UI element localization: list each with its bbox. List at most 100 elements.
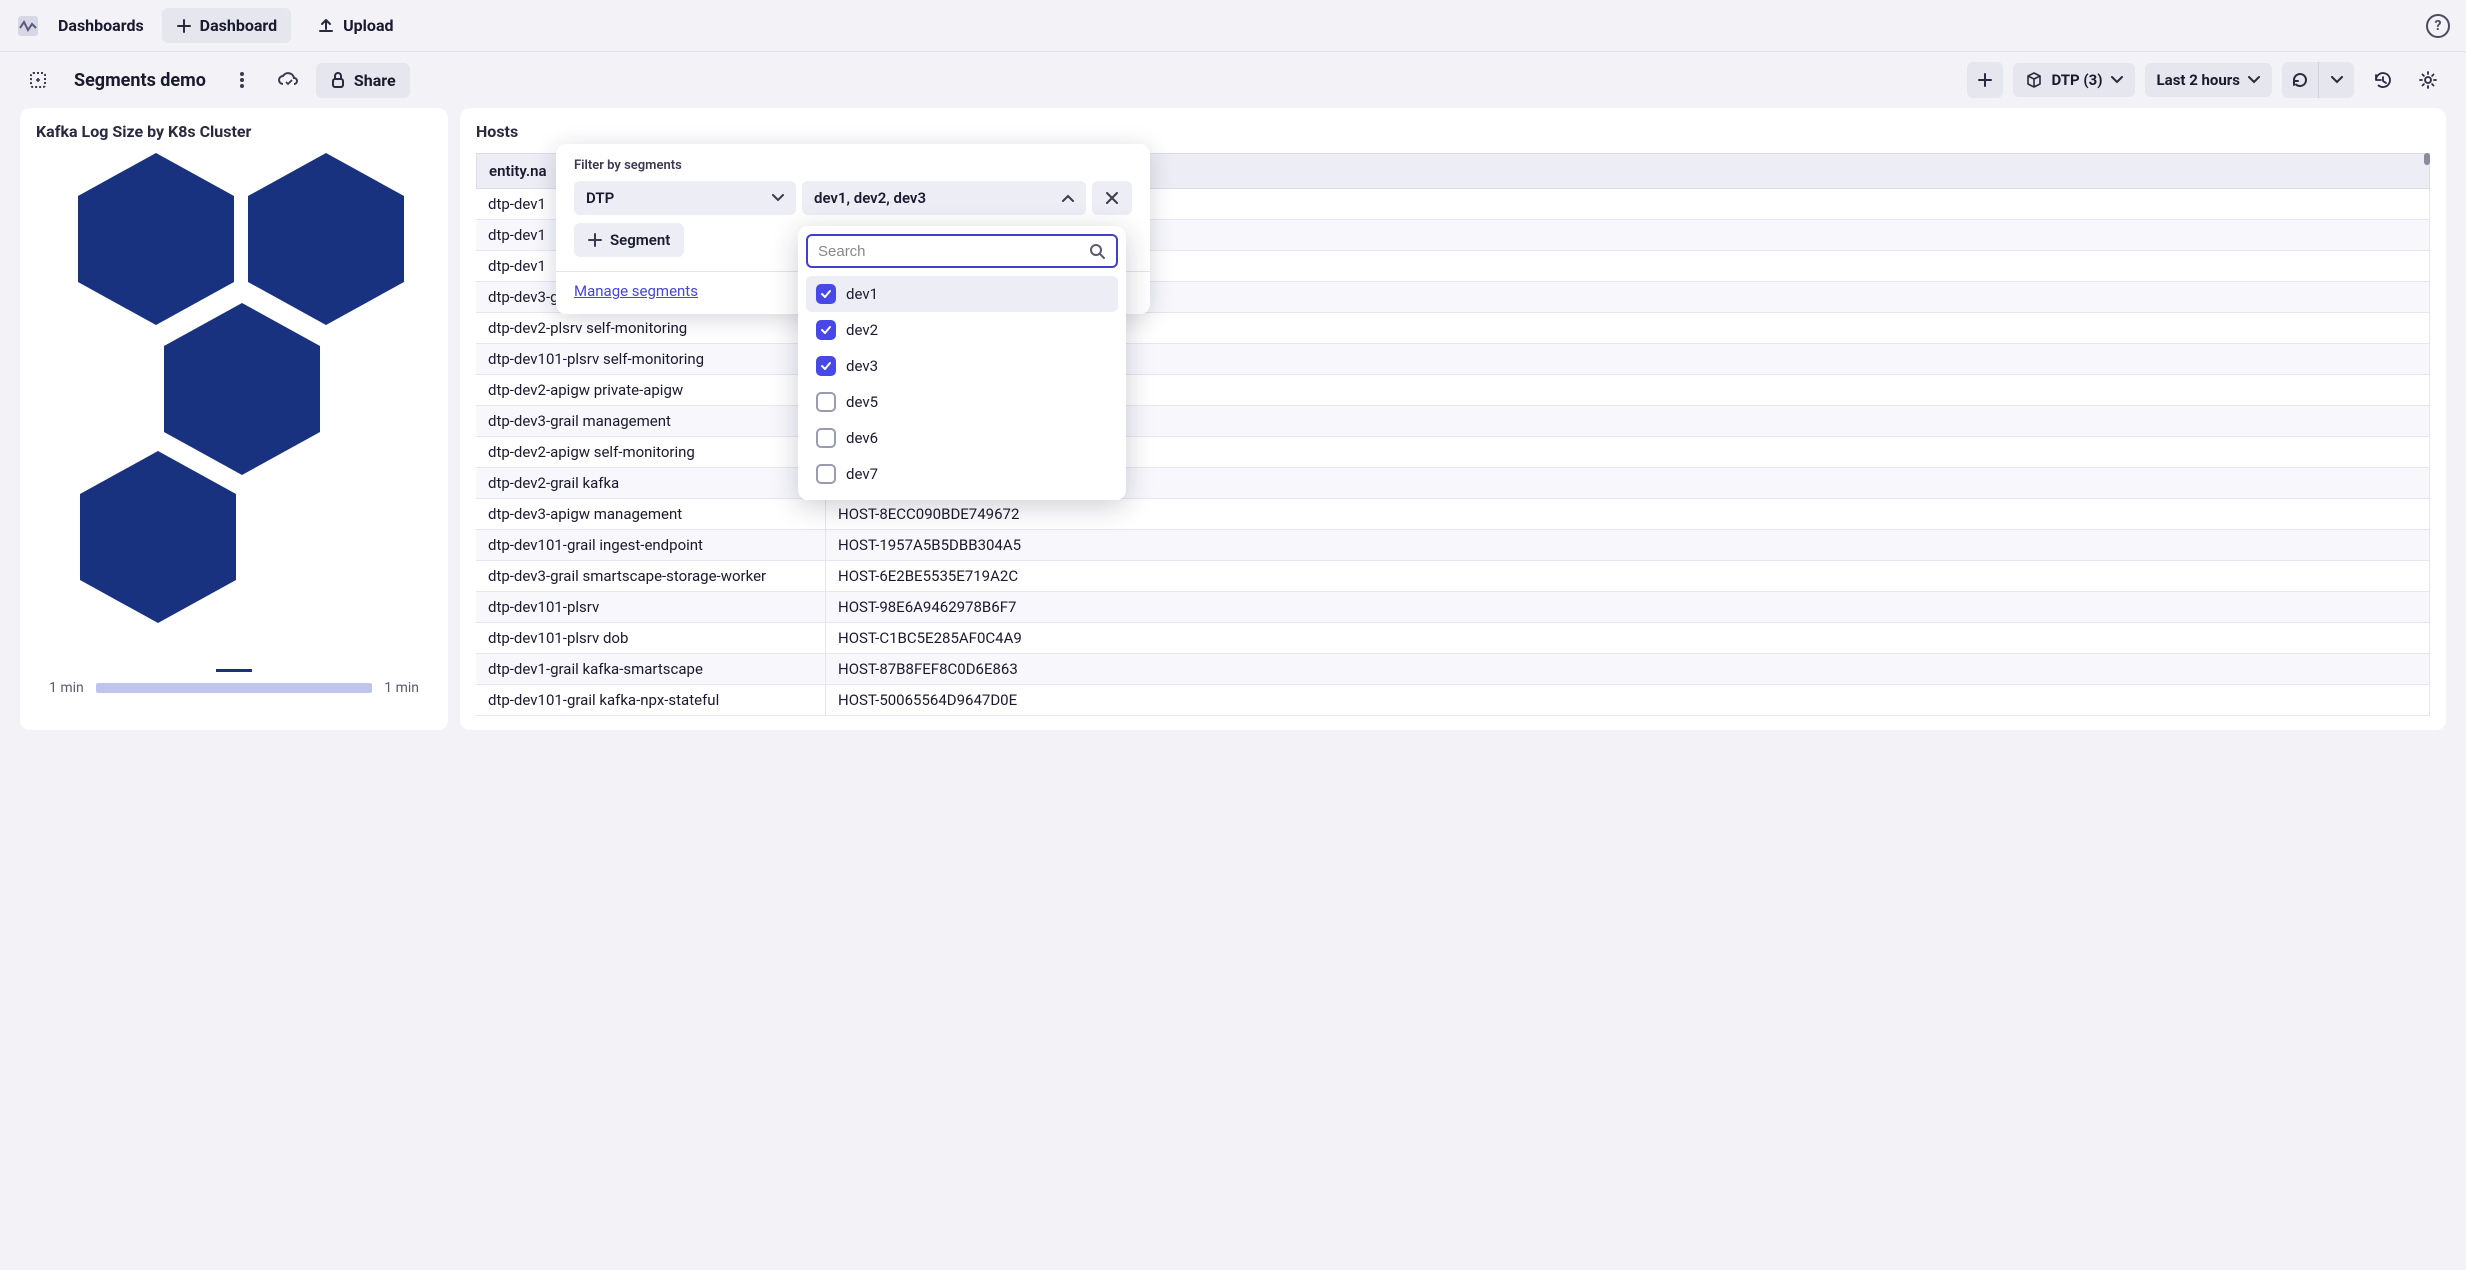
gear-icon [2418,70,2438,90]
cell-host-id: HOST-98E6A9462978B6F7 [826,592,2430,622]
cell-entity-name: dtp-dev2-grail kafka [476,468,826,498]
close-icon [1105,191,1119,205]
segment-search-field[interactable] [806,234,1118,268]
segment-option[interactable]: dev3 [806,348,1118,384]
cell-entity-name: dtp-dev101-plsrv dob [476,623,826,653]
segment-filter-label: DTP (3) [2051,71,2102,89]
table-row[interactable]: dtp-dev101-plsrv dobHOST-C1BC5E285AF0C4A… [476,623,2430,654]
cell-entity-name: dtp-dev101-grail ingest-endpoint [476,530,826,560]
lock-icon [330,71,346,89]
segment-options-dropdown: dev1 dev2 dev3 dev5dev6 dev7 [798,226,1126,500]
table-row[interactable]: dtp-dev3-grail management [476,406,2430,437]
cell-entity-name: dtp-dev101-plsrv [476,592,826,622]
checkbox[interactable] [816,356,836,376]
kafka-log-panel: Kafka Log Size by K8s Cluster 1 min 1 mi… [20,108,448,730]
checkbox[interactable] [816,428,836,448]
upload-button[interactable]: Upload [303,8,407,43]
axis-max-label: 1 min [384,680,419,696]
more-menu-button[interactable] [224,62,260,98]
option-label: dev2 [846,321,878,339]
upload-button-label: Upload [343,16,393,35]
checkbox[interactable] [816,284,836,304]
hex-cell[interactable] [78,153,234,325]
panel-toggle-icon[interactable] [20,62,56,98]
refresh-interval-button[interactable] [2318,62,2354,98]
table-row[interactable]: dtp-dev101-plsrvHOST-98E6A9462978B6F7 [476,592,2430,623]
plus-icon [176,18,192,34]
history-button[interactable] [2364,62,2400,98]
search-input[interactable] [818,243,1088,260]
segment-option[interactable]: dev2 [806,312,1118,348]
cell-host-id: HOST-C1BC5E285AF0C4A9 [826,623,2430,653]
add-segment-button[interactable]: Segment [574,223,684,257]
cell-host-id: HOST-50065564D9647D0E [826,685,2430,715]
checkbox[interactable] [816,320,836,340]
cell-entity-name: dtp-dev2-apigw private-apigw [476,375,826,405]
table-row[interactable]: dtp-dev2-apigw self-monitoring [476,437,2430,468]
segment-value-select[interactable]: dev1, dev2, dev3 [802,181,1086,215]
manage-segments-link[interactable]: Manage segments [574,282,698,306]
remove-segment-button[interactable] [1092,181,1132,215]
scale-bar [96,683,372,693]
chevron-down-icon [2111,76,2123,84]
segment-filter-pill[interactable]: DTP (3) [2013,63,2134,97]
panel-title: Hosts [476,122,2430,141]
share-label: Share [354,71,396,90]
table-row[interactable]: dtp-dev1-grail kafka-smartscapeHOST-87B8… [476,654,2430,685]
top-bar: Dashboards Dashboard Upload ? [0,0,2466,52]
cell-entity-name: dtp-dev2-apigw self-monitoring [476,437,826,467]
cube-icon [2025,71,2043,89]
chevron-up-icon [1062,194,1074,202]
option-label: dev7 [846,465,878,483]
upload-icon [317,17,335,35]
popover-title: Filter by segments [574,158,1132,173]
legend-swatch [216,669,252,672]
share-button[interactable]: Share [316,63,410,98]
dashboard-button-label: Dashboard [200,16,277,35]
hex-cell[interactable] [164,303,320,475]
page-title: Segments demo [66,70,214,91]
timeframe-selector[interactable]: Last 2 hours [2145,63,2272,97]
plus-icon [588,233,602,247]
table-row[interactable]: dtp-dev2-plsrv self-monitoring [476,313,2430,344]
table-row[interactable]: dtp-dev2-grail kafkaHOST-62E754DF8D71FA5… [476,468,2430,499]
app-logo-icon [16,14,40,38]
settings-button[interactable] [2410,62,2446,98]
table-row[interactable]: dtp-dev2-apigw private-apigw [476,375,2430,406]
segment-option[interactable]: dev7 [806,456,1118,492]
cell-entity-name: dtp-dev3-grail smartscape-storage-worker [476,561,826,591]
checkbox[interactable] [816,464,836,484]
hex-cell[interactable] [80,451,236,623]
new-dashboard-button[interactable]: Dashboard [162,8,291,43]
table-row[interactable]: dtp-dev101-plsrv self-monitoring [476,344,2430,375]
hex-cell[interactable] [248,153,404,325]
cell-entity-name: dtp-dev3-apigw management [476,499,826,529]
refresh-icon [2291,71,2309,89]
history-icon [2372,71,2392,89]
timeframe-label: Last 2 hours [2157,71,2240,89]
scrollbar-thumb[interactable] [2424,153,2430,165]
sync-button[interactable] [270,62,306,98]
plus-icon [1977,72,1993,88]
table-row[interactable]: dtp-dev3-grail smartscape-storage-worker… [476,561,2430,592]
refresh-button[interactable] [2282,62,2318,98]
table-row[interactable]: dtp-dev3-apigw managementHOST-8ECC090BDE… [476,499,2430,530]
segment-option[interactable]: dev1 [806,276,1118,312]
option-label: dev3 [846,357,878,375]
segment-option[interactable]: dev5 [806,384,1118,420]
breadcrumb-dashboards[interactable]: Dashboards [52,12,150,39]
segment-type-select[interactable]: DTP [574,181,796,215]
help-icon[interactable]: ? [2426,14,2450,38]
cell-host-id: HOST-6E2BE5535E719A2C [826,561,2430,591]
segment-value-text: dev1, dev2, dev3 [814,189,926,207]
checkbox[interactable] [816,392,836,412]
table-row[interactable]: dtp-dev101-grail kafka-npx-statefulHOST-… [476,685,2430,716]
add-segment-label: Segment [610,231,670,249]
table-row[interactable]: dtp-dev101-grail ingest-endpointHOST-195… [476,530,2430,561]
kebab-icon [240,72,244,88]
refresh-group [2282,62,2354,98]
dashboard-header-bar: Segments demo Share DTP (3) Last 2 hours [0,52,2466,108]
segment-option[interactable]: dev6 [806,420,1118,456]
add-widget-button[interactable] [1967,62,2003,98]
main-content: Kafka Log Size by K8s Cluster 1 min 1 mi… [0,108,2466,750]
